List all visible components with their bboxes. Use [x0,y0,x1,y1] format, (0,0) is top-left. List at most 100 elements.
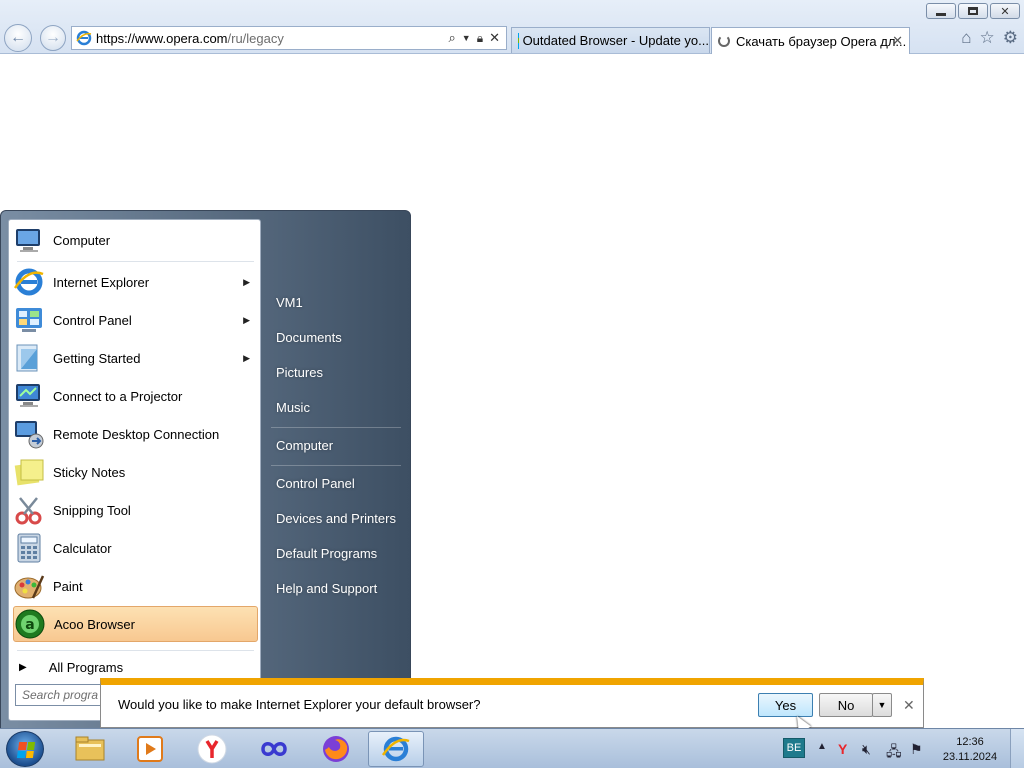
start-item-snipping-tool[interactable]: Snipping Tool [13,492,258,528]
favorites-star-icon[interactable]: ☆ [980,28,995,48]
start-item-label: Computer [53,232,111,248]
snipping-tool-icon [15,497,42,525]
firefox-icon [323,736,349,762]
tab-opera-download[interactable]: Скачать браузер Opera дл... ✕ [711,27,910,54]
clock-date: 23.11.2024 [942,751,998,763]
start-link-pictures[interactable]: Pictures [276,365,323,380]
start-item-label: Remote Desktop Connection [53,426,220,442]
getting-started-icon [16,344,38,372]
start-item-computer[interactable]: Computer [13,222,258,258]
submenu-arrow-icon[interactable]: ▶ [243,353,250,364]
start-item-label: Connect to a Projector [53,388,183,404]
forward-arrow-icon: → [45,29,61,46]
start-link-music[interactable]: Music [276,400,310,415]
system-clock[interactable]: 12:36 23.11.2024 [942,735,998,765]
no-button[interactable]: No [819,693,873,717]
divider [271,427,401,428]
start-item-getting-started[interactable]: Getting Started ▶ [13,340,258,376]
start-item-label: Acoo Browser [54,616,135,632]
language-indicator[interactable]: BE [783,738,805,758]
taskbar-app-file-explorer[interactable] [62,731,118,767]
tab-close-icon[interactable]: ✕ [892,33,903,49]
start-item-remote-desktop[interactable]: Remote Desktop Connection [13,416,258,452]
lock-icon[interactable]: 🔒︎ [477,31,483,46]
divider [271,465,401,466]
infinity-app-icon [261,742,287,756]
remote-desktop-icon [15,421,44,449]
stop-icon[interactable]: ✕ [489,30,500,46]
taskbar: BE ▲ Y 🔇︎ 🖧 ⚑ 12:36 23.11.2024 [0,728,1024,768]
start-item-internet-explorer[interactable]: Internet Explorer ▶ [13,264,258,300]
start-link-documents[interactable]: Documents [276,330,342,345]
start-item-label: Internet Explorer [53,274,150,290]
start-link-control-panel[interactable]: Control Panel [276,476,355,491]
close-icon: ✕ [1000,5,1010,18]
url-text[interactable]: https://www.opera.com/ru/legacy [96,31,449,46]
taskbar-app-firefox[interactable] [308,731,364,767]
restore-button[interactable] [958,3,988,19]
divider [17,650,254,651]
url-host: www.opera.com [135,30,228,46]
action-center-flag-icon[interactable]: ⚑ [910,741,923,758]
show-desktop-button[interactable] [1010,729,1024,768]
start-link-devices-printers[interactable]: Devices and Printers [276,511,396,526]
home-icon[interactable]: ⌂ [961,28,971,48]
start-item-paint[interactable]: Paint [13,568,258,604]
search-icon[interactable]: ⌕ [449,30,456,46]
acoo-browser-icon: a [15,609,45,639]
internet-explorer-favicon-icon [76,30,92,46]
start-item-sticky-notes[interactable]: Sticky Notes [13,454,258,490]
start-item-connect-projector[interactable]: Connect to a Projector [13,378,258,414]
settings-gear-icon[interactable]: ⚙ [1003,28,1018,48]
minimize-icon [936,12,946,16]
notification-message: Would you like to make Internet Explorer… [118,697,481,712]
yes-button[interactable]: Yes [758,693,813,717]
submenu-arrow-icon[interactable]: ▶ [243,277,250,288]
address-bar[interactable]: https://www.opera.com/ru/legacy ⌕ ▼ 🔒︎ ✕ [71,26,507,50]
loading-spinner-icon [718,35,730,47]
network-icon[interactable]: 🖧 [886,741,902,765]
address-bar-actions: ⌕ ▼ 🔒︎ ✕ [449,30,507,46]
notification-close-icon[interactable]: ✕ [903,697,915,714]
start-item-label: Paint [53,578,83,594]
all-programs-button[interactable]: ▶ All Programs [19,660,123,675]
start-link-user-folder[interactable]: VM1 [276,295,303,310]
submenu-arrow-icon[interactable]: ▶ [243,315,250,326]
taskbar-app-media-player[interactable] [122,731,178,767]
svg-text:a: a [25,617,34,633]
tab-outdated-browser[interactable]: Outdated Browser - Update yo... [511,27,710,53]
url-path: /ru/legacy [227,30,284,46]
show-hidden-icons-arrow-icon[interactable]: ▲ [817,741,827,752]
file-explorer-icon [75,736,105,761]
search-placeholder: Search progra [22,688,99,702]
dropdown-arrow-icon[interactable]: ▼ [462,33,471,43]
start-item-acoo-browser[interactable]: a Acoo Browser [13,606,258,642]
taskbar-app-infinity[interactable] [246,731,302,767]
start-item-calculator[interactable]: Calculator [13,530,258,566]
tab-favicon-icon [518,32,519,49]
media-player-icon [137,736,163,762]
url-scheme: https:// [96,30,136,46]
start-button[interactable] [6,731,44,767]
restore-icon [968,7,978,15]
taskbar-app-internet-explorer[interactable] [368,731,424,767]
start-item-control-panel[interactable]: Control Panel ▶ [13,302,258,338]
window-controls: ✕ [926,3,1020,19]
volume-muted-icon[interactable]: 🔇︎ [862,741,871,758]
minimize-button[interactable] [926,3,956,19]
start-link-computer[interactable]: Computer [276,438,333,453]
yandex-tray-icon[interactable]: Y [838,741,847,757]
internet-explorer-icon [13,268,44,296]
control-panel-icon [16,308,42,332]
close-window-button[interactable]: ✕ [990,3,1020,19]
yandex-browser-icon [197,734,227,764]
start-link-help-support[interactable]: Help and Support [276,581,377,596]
back-button[interactable]: ← [4,24,32,52]
start-item-label: Sticky Notes [53,464,126,480]
taskbar-app-yandex[interactable] [184,731,240,767]
start-link-default-programs[interactable]: Default Programs [276,546,377,561]
no-options-dropdown[interactable]: ▼ [872,693,892,717]
expand-arrow-icon: ▶ [19,662,27,673]
chevron-down-icon: ▼ [877,700,887,710]
forward-button[interactable]: → [40,25,66,51]
